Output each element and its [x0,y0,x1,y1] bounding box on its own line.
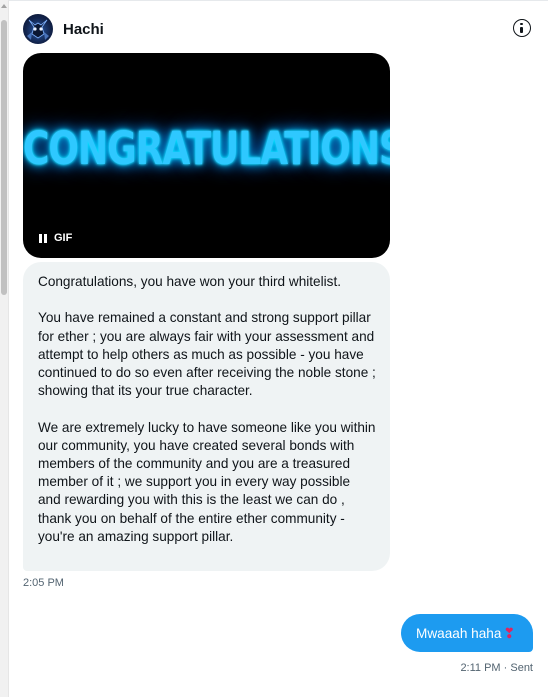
message-paragraph: You have remained a constant and strong … [38,310,376,399]
gif-message[interactable]: CONGRATULATIONS GIF [23,53,390,258]
scroll-up-arrow-icon[interactable] [1,4,7,8]
outgoing-message-status: 2:11 PM · Sent [460,662,533,674]
conversation-header: Hachi [9,5,548,51]
heart-exclamation-icon: ❣ [503,624,516,641]
scrollbar[interactable] [0,0,9,697]
incoming-message-bubble[interactable]: Congratulations, you have won your third… [23,262,390,571]
message-paragraph: Congratulations, you have won your third… [38,274,341,289]
top-divider [9,0,548,3]
pause-icon [39,233,47,243]
outgoing-message-bubble[interactable]: Mwaaah haha ❣ [401,614,533,652]
conversation-user-name[interactable]: Hachi [63,21,104,38]
incoming-message-timestamp: 2:05 PM [23,577,64,589]
outgoing-message-text: Mwaaah haha [416,625,502,641]
avatar[interactable] [23,14,53,44]
hachi-avatar-icon [27,19,49,40]
gif-pause-button[interactable]: GIF [39,231,72,245]
gif-badge: GIF [54,232,73,244]
message-paragraph: We are extremely lucky to have someone l… [38,419,376,544]
info-circle-icon[interactable] [513,19,531,37]
gif-congratulations-text: CONGRATULATIONS [23,123,390,176]
scrollbar-thumb[interactable] [1,20,7,295]
